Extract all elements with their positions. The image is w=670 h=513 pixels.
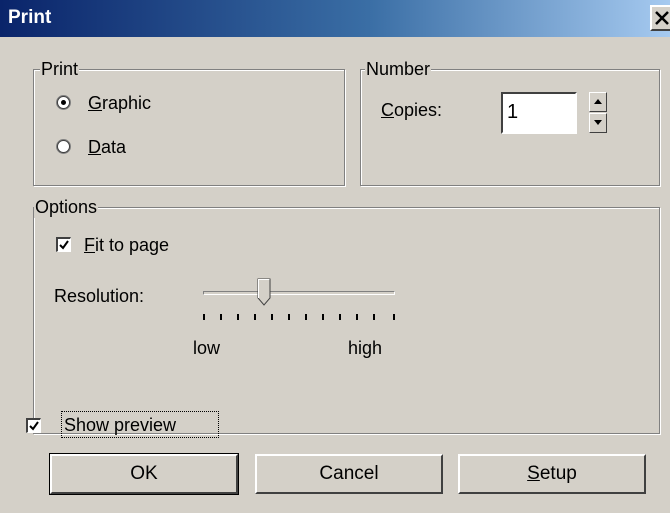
options-group: Options Fit to page Resolution: low high: [33, 196, 660, 434]
print-group: Print Graphic Data: [33, 58, 345, 186]
radio-data-indicator: [57, 140, 70, 153]
cancel-button[interactable]: Cancel: [255, 454, 443, 494]
slider-tick: [237, 314, 239, 320]
setup-button[interactable]: Setup: [458, 454, 646, 494]
radio-selected-dot: [61, 100, 66, 105]
copies-increment-button[interactable]: [589, 92, 607, 112]
slider-tick: [322, 314, 324, 320]
slider-tick: [203, 314, 205, 320]
radio-graphic-label-rest: raphic: [102, 93, 152, 113]
resolution-label: Resolution:: [54, 286, 145, 306]
slider-tick: [220, 314, 222, 320]
radio-graphic-accel: G: [88, 93, 103, 113]
slider-max-label: high: [348, 338, 383, 358]
resolution-slider[interactable]: [199, 276, 399, 346]
slider-tick: [393, 314, 395, 320]
slider-tick: [254, 314, 256, 320]
cancel-button-label: Cancel: [319, 463, 379, 484]
ok-button[interactable]: OK: [49, 453, 239, 495]
slider-tick: [271, 314, 273, 320]
slider-min-label: low: [193, 338, 221, 358]
checkmark-icon: [29, 421, 39, 431]
spin-up-icon: [594, 99, 602, 104]
radio-graphic-label: Graphic: [88, 92, 151, 114]
radio-data-label: Data: [88, 136, 126, 158]
slider-tick: [373, 314, 375, 320]
copies-label-rest: opies:: [394, 100, 443, 120]
slider-track: [203, 291, 395, 295]
checkmark-icon: [59, 240, 69, 250]
setup-button-accel: S: [527, 463, 540, 484]
radio-data-accel: D: [88, 137, 101, 157]
setup-button-label-rest: etup: [539, 463, 577, 484]
copies-label: Copies:: [381, 99, 442, 121]
spin-down-icon: [594, 120, 602, 125]
show-preview-checkbox-box: [26, 418, 41, 433]
radio-graphic-indicator: [57, 96, 70, 109]
fit-to-page-label: Fit to page: [84, 234, 169, 256]
show-preview-checkbox[interactable]: Show preview: [25, 411, 225, 439]
copies-decrement-button[interactable]: [589, 113, 607, 133]
fit-to-page-checkbox-box: [56, 237, 71, 252]
fit-to-page-checkbox[interactable]: Fit to page: [54, 232, 234, 258]
slider-ticks: [199, 314, 399, 322]
slider-tick: [356, 314, 358, 320]
title-bar: Print: [0, 0, 670, 37]
radio-data-label-rest: ata: [101, 137, 127, 157]
print-group-legend: Print: [40, 58, 80, 80]
options-group-legend: Options: [34, 196, 99, 218]
radio-data[interactable]: Data: [54, 134, 214, 160]
close-button[interactable]: [650, 5, 670, 31]
fit-to-page-label-rest: it to page: [95, 235, 170, 255]
copies-input[interactable]: 1: [501, 92, 577, 134]
fit-to-page-accel: F: [84, 235, 95, 255]
slider-tick: [339, 314, 341, 320]
slider-tick: [288, 314, 290, 320]
number-group: Number Copies: 1: [360, 58, 660, 186]
print-dialog: Print Print Graphic Data Number Copies: …: [0, 0, 670, 513]
ok-button-label: OK: [130, 463, 158, 484]
number-group-legend: Number: [365, 58, 432, 80]
dialog-body: Print Graphic Data Number Copies: 1 Opti…: [0, 37, 670, 513]
show-preview-label: Show preview: [64, 415, 177, 435]
copies-label-accel: C: [381, 100, 394, 120]
radio-graphic[interactable]: Graphic: [54, 90, 214, 116]
slider-thumb[interactable]: [257, 278, 271, 306]
close-icon: [655, 11, 669, 25]
slider-tick: [305, 314, 307, 320]
copies-value: 1: [507, 101, 519, 123]
window-title: Print: [8, 7, 52, 28]
